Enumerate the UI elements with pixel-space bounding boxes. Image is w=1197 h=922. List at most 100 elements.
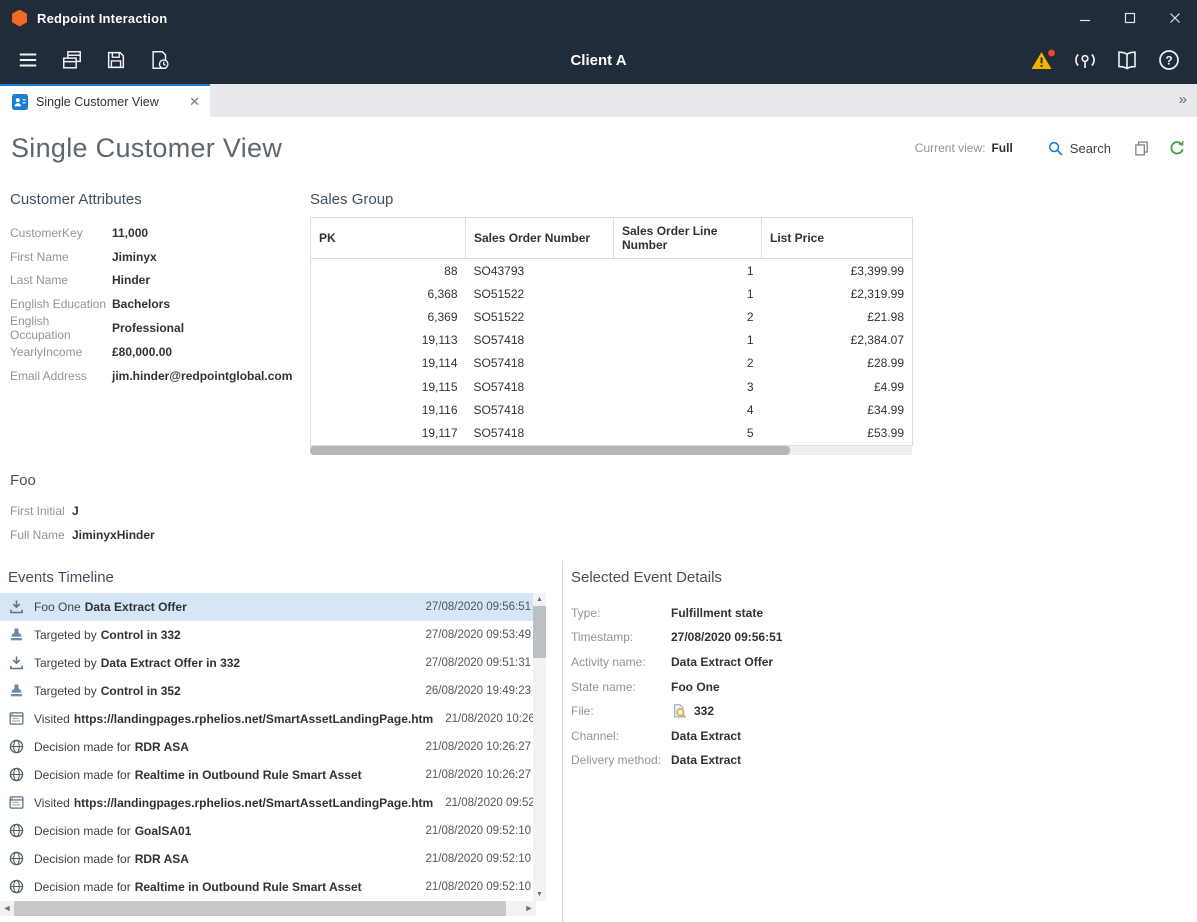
- vertical-scrollbar-thumb[interactable]: [533, 606, 546, 658]
- event-timestamp: 21/08/2020 09:52:10: [413, 853, 531, 865]
- cell-pk: 19,114: [311, 352, 466, 375]
- event-subject: Control in 332: [101, 628, 181, 642]
- table-row[interactable]: 6,368 SO51522 1 £2,319.99: [311, 282, 913, 305]
- attribute-value: JiminyxHinder: [72, 528, 155, 542]
- maximize-button[interactable]: [1107, 0, 1152, 36]
- selected-event-details-panel: Selected Event Details Type: Fulfillment…: [563, 561, 1197, 922]
- event-subject: Control in 352: [101, 684, 181, 698]
- detail-label: State name:: [571, 680, 671, 694]
- attribute-row: YearlyIncome £80,000.00: [10, 340, 310, 364]
- cell-list-price: £34.99: [762, 398, 913, 421]
- scroll-down-arrow-icon[interactable]: ▼: [533, 888, 546, 901]
- selected-event-details-title: Selected Event Details: [571, 569, 1197, 586]
- timeline-event-row[interactable]: Decision made for Realtime in Outbound R…: [0, 761, 533, 789]
- sales-table-scrollbar-thumb[interactable]: [310, 446, 790, 455]
- events-vertical-scrollbar[interactable]: ▲ ▼: [533, 593, 546, 901]
- copy-button[interactable]: [1133, 140, 1150, 157]
- close-button[interactable]: [1152, 0, 1197, 36]
- detail-value: 332: [694, 704, 714, 718]
- attribute-value: Bachelors: [112, 297, 170, 311]
- current-view-value: Full: [991, 141, 1012, 155]
- toolbar: Client A: [0, 36, 1197, 84]
- event-prefix: Targeted by: [34, 656, 97, 670]
- event-timestamp: 27/08/2020 09:56:51: [413, 601, 531, 613]
- timeline-event-row[interactable]: Foo One Data Extract Offer 27/08/2020 09…: [0, 593, 533, 621]
- sales-group-table: PK Sales Order Number Sales Order Line N…: [310, 217, 913, 446]
- refresh-button[interactable]: [1168, 139, 1186, 157]
- column-header-sales-order-line-number: Sales Order Line Number: [614, 218, 762, 259]
- tab-single-customer-view[interactable]: Single Customer View ✕: [0, 84, 210, 117]
- event-subject: RDR ASA: [135, 740, 189, 754]
- event-prefix: Foo One: [34, 600, 81, 614]
- cell-sales-order-number: SO51522: [466, 305, 614, 328]
- event-subject: https://landingpages.rphelios.net/SmartA…: [74, 712, 433, 726]
- detail-row: Activity name: Data Extract Offer: [571, 650, 1197, 675]
- foo-section: Foo First Initial J Full Name JiminyxHin…: [10, 472, 1187, 547]
- table-row[interactable]: 19,117 SO57418 5 £53.99: [311, 421, 913, 445]
- stamp-icon: [8, 626, 25, 643]
- scroll-left-arrow-icon[interactable]: ◄: [0, 903, 14, 913]
- cell-sales-order-number: SO43793: [466, 259, 614, 283]
- timeline-event-row[interactable]: Decision made for RDR ASA 21/08/2020 10:…: [0, 733, 533, 761]
- table-row[interactable]: 19,113 SO57418 1 £2,384.07: [311, 329, 913, 352]
- globe-icon: [8, 822, 25, 839]
- table-row[interactable]: 19,115 SO57418 3 £4.99: [311, 375, 913, 398]
- timeline-event-row[interactable]: Targeted by Control in 332 27/08/2020 09…: [0, 621, 533, 649]
- scheduled-report-icon[interactable]: [140, 40, 180, 80]
- alert-icon[interactable]: [1023, 40, 1063, 80]
- cell-sales-order-line-number: 1: [614, 259, 762, 283]
- table-row[interactable]: 88 SO43793 1 £3,399.99: [311, 259, 913, 283]
- customer-attributes-fields: CustomerKey 11,000 First Name Jiminyx La…: [10, 221, 310, 388]
- timeline-event-row[interactable]: Targeted by Data Extract Offer in 332 27…: [0, 649, 533, 677]
- cell-pk: 6,368: [311, 282, 466, 305]
- detail-value: Data Extract Offer: [671, 655, 773, 669]
- event-prefix: Targeted by: [34, 684, 97, 698]
- attribute-row: English Education Bachelors: [10, 292, 310, 316]
- globe-icon: [8, 850, 25, 867]
- book-icon[interactable]: [1107, 40, 1147, 80]
- tab-overflow-chevron-icon[interactable]: »: [1179, 91, 1187, 108]
- help-icon[interactable]: ?: [1149, 40, 1189, 80]
- table-row[interactable]: 6,369 SO51522 2 £21.98: [311, 305, 913, 328]
- attribute-label: CustomerKey: [10, 226, 112, 240]
- event-timestamp: 27/08/2020 09:51:31: [413, 657, 531, 669]
- table-row[interactable]: 19,116 SO57418 4 £34.99: [311, 398, 913, 421]
- search-button[interactable]: Search: [1047, 140, 1111, 157]
- search-icon: [1047, 140, 1064, 157]
- timeline-event-row[interactable]: Decision made for Realtime in Outbound R…: [0, 873, 533, 901]
- timeline-event-row[interactable]: Visited https://landingpages.rphelios.ne…: [0, 789, 533, 817]
- cell-sales-order-line-number: 1: [614, 329, 762, 352]
- cell-pk: 19,113: [311, 329, 466, 352]
- attribute-value: Jiminyx: [112, 250, 157, 264]
- workflow-icon[interactable]: [52, 40, 92, 80]
- cell-list-price: £2,319.99: [762, 282, 913, 305]
- timeline-event-row[interactable]: Targeted by Control in 352 26/08/2020 19…: [0, 677, 533, 705]
- detail-value: Fulfillment state: [671, 606, 763, 620]
- menu-icon[interactable]: [8, 40, 48, 80]
- cell-pk: 19,115: [311, 375, 466, 398]
- attribute-value: J: [72, 504, 79, 518]
- detail-value: Foo One: [671, 680, 720, 694]
- event-subject: Data Extract Offer in 332: [101, 656, 240, 670]
- event-prefix: Targeted by: [34, 628, 97, 642]
- sales-table-horizontal-scrollbar[interactable]: [310, 446, 912, 455]
- scroll-up-arrow-icon[interactable]: ▲: [533, 593, 546, 606]
- page-title: Single Customer View: [11, 133, 282, 164]
- save-icon[interactable]: [96, 40, 136, 80]
- tab-close-icon[interactable]: ✕: [189, 95, 200, 108]
- timeline-event-row[interactable]: Visited https://landingpages.rphelios.ne…: [0, 705, 533, 733]
- svg-text:?: ?: [1165, 53, 1172, 67]
- event-timestamp: 21/08/2020 10:26:27: [413, 741, 531, 753]
- cell-sales-order-line-number: 5: [614, 421, 762, 445]
- cell-pk: 88: [311, 259, 466, 283]
- table-row[interactable]: 19,114 SO57418 2 £28.99: [311, 352, 913, 375]
- events-horizontal-scrollbar[interactable]: ◄ ►: [0, 901, 536, 916]
- detail-row: State name: Foo One: [571, 674, 1197, 699]
- event-subject: Realtime in Outbound Rule Smart Asset: [135, 768, 362, 782]
- scroll-right-arrow-icon[interactable]: ►: [522, 903, 536, 913]
- horizontal-scrollbar-thumb[interactable]: [14, 901, 506, 916]
- timeline-event-row[interactable]: Decision made for RDR ASA 21/08/2020 09:…: [0, 845, 533, 873]
- sync-icon[interactable]: [1065, 40, 1105, 80]
- timeline-event-row[interactable]: Decision made for GoalSA01 21/08/2020 09…: [0, 817, 533, 845]
- minimize-button[interactable]: [1062, 0, 1107, 36]
